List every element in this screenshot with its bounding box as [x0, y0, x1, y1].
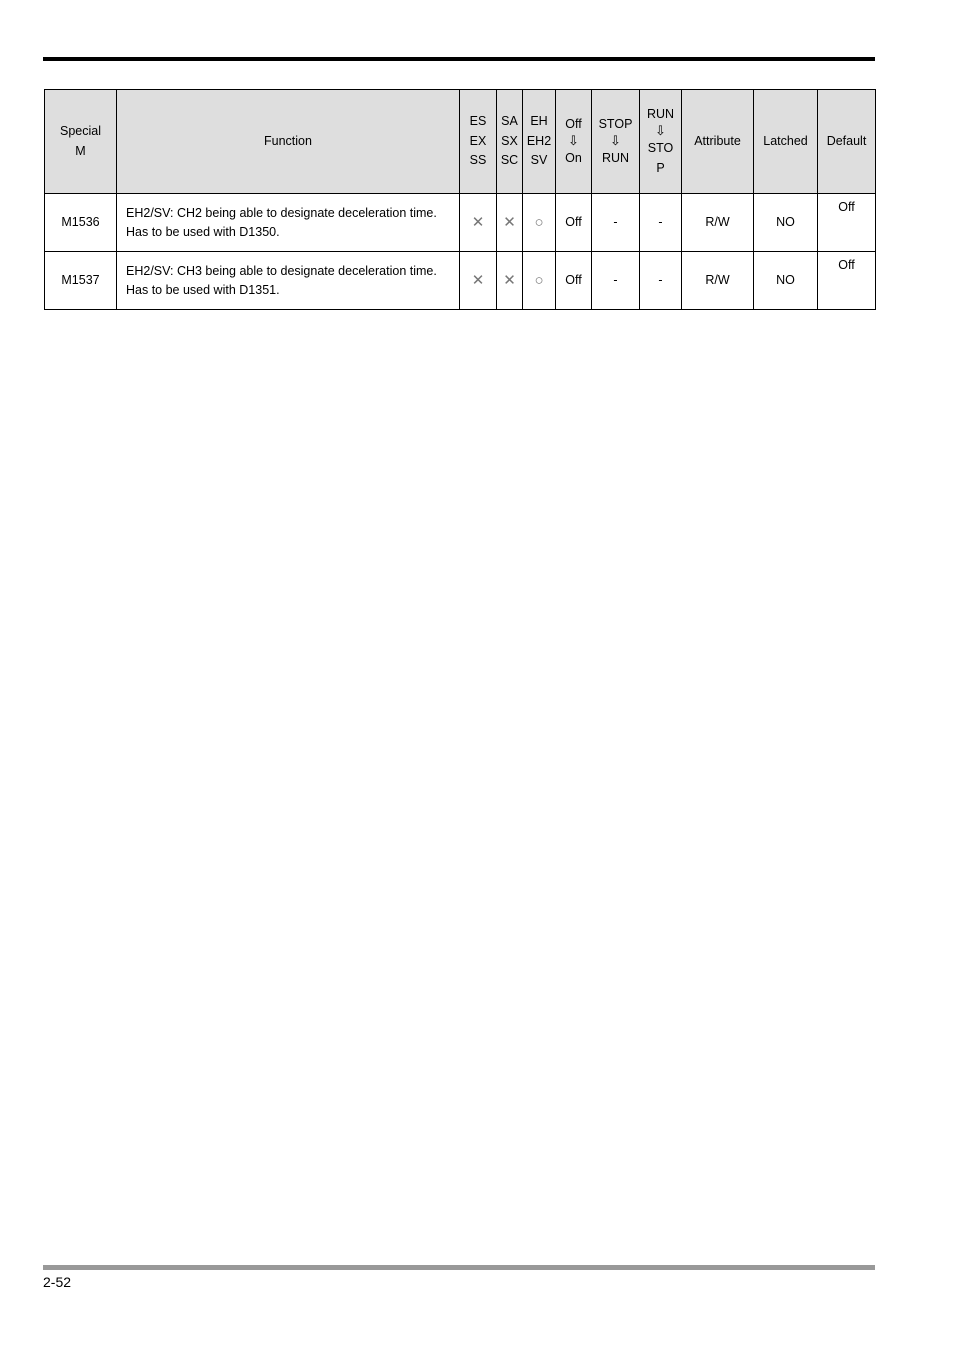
table-header-row: Special M Function ES EX SS SA SX SC EH …	[44, 89, 876, 194]
table-row: M1536 EH2/SV: CH2 being able to designat…	[44, 193, 876, 252]
cell-default: Off	[817, 251, 876, 310]
column-header-sc: SC	[500, 153, 519, 168]
cell-eh-support: ○	[522, 251, 556, 310]
column-header-es-ex-ss: ES EX SS	[459, 89, 497, 194]
column-header-default: Default	[817, 89, 876, 194]
down-arrow-icon: ⇩	[610, 133, 621, 149]
table-header: Special M Function ES EX SS SA SX SC EH …	[44, 89, 876, 194]
cell-attribute: R/W	[681, 193, 754, 252]
column-header-sa-sx-sc: SA SX SC	[496, 89, 523, 194]
column-header-run: RUN	[601, 150, 630, 165]
column-header-stop-to-run: STOP ⇩ RUN	[591, 89, 640, 194]
table-row: M1537 EH2/SV: CH3 being able to designat…	[44, 251, 876, 310]
column-header-es: ES	[469, 114, 487, 129]
page-header-rule	[43, 57, 875, 61]
cell-es-support: ✕	[459, 193, 497, 252]
column-header-latched: Latched	[753, 89, 818, 194]
column-header-ex: EX	[469, 133, 487, 148]
cell-function: EH2/SV: CH3 being able to designate dece…	[116, 251, 460, 310]
down-arrow-icon: ⇩	[655, 123, 666, 139]
column-header-eh-eh2-sv: EH EH2 SV	[522, 89, 556, 194]
cell-es-support: ✕	[459, 251, 497, 310]
special-m-table-container: Special M Function ES EX SS SA SX SC EH …	[44, 89, 876, 310]
cell-stop-to-run: -	[591, 251, 640, 310]
page-footer-rule	[43, 1265, 875, 1270]
cell-stop-to-run: -	[591, 193, 640, 252]
column-header-ss: SS	[469, 153, 487, 168]
column-header-run: RUN	[646, 106, 675, 121]
column-header-on: On	[565, 150, 582, 165]
special-m-table: Special M Function ES EX SS SA SX SC EH …	[44, 89, 876, 310]
column-header-sx: SX	[501, 133, 518, 148]
column-header-sa: SA	[501, 114, 518, 129]
column-header-sto: STO	[647, 141, 674, 156]
page-number: 2-52	[43, 1274, 72, 1290]
column-header-off-to-on: Off ⇩ On	[555, 89, 592, 194]
cell-special-m: M1537	[44, 251, 117, 310]
cell-latched: NO	[753, 193, 818, 252]
cell-run-to-stop: -	[639, 193, 682, 252]
down-arrow-icon: ⇩	[568, 133, 579, 149]
column-header-eh2: EH2	[526, 133, 552, 148]
column-header-sv: SV	[530, 153, 548, 168]
column-header-special-m-line2: M	[75, 143, 86, 158]
cell-sa-support: ✕	[496, 193, 523, 252]
column-header-special-m-line1: Special	[60, 124, 101, 139]
cell-attribute: R/W	[681, 251, 754, 310]
cell-off-to-on: Off	[555, 193, 592, 252]
column-header-p: P	[656, 160, 665, 175]
column-header-attribute: Attribute	[681, 89, 754, 194]
column-header-stop: STOP	[598, 116, 633, 131]
document-page: Special M Function ES EX SS SA SX SC EH …	[0, 0, 954, 1350]
cell-run-to-stop: -	[639, 251, 682, 310]
cell-off-to-on: Off	[555, 251, 592, 310]
column-header-run-to-stop: RUN ⇩ STO P	[639, 89, 682, 194]
column-header-off: Off	[565, 116, 582, 131]
cell-latched: NO	[753, 251, 818, 310]
cell-default: Off	[817, 193, 876, 252]
cell-eh-support: ○	[522, 193, 556, 252]
cell-special-m: M1536	[44, 193, 117, 252]
column-header-function: Function	[116, 89, 460, 194]
column-header-special-m: Special M	[44, 89, 117, 194]
cell-sa-support: ✕	[496, 251, 523, 310]
table-body: M1536 EH2/SV: CH2 being able to designat…	[44, 193, 876, 310]
column-header-eh: EH	[530, 114, 548, 129]
cell-function: EH2/SV: CH2 being able to designate dece…	[116, 193, 460, 252]
